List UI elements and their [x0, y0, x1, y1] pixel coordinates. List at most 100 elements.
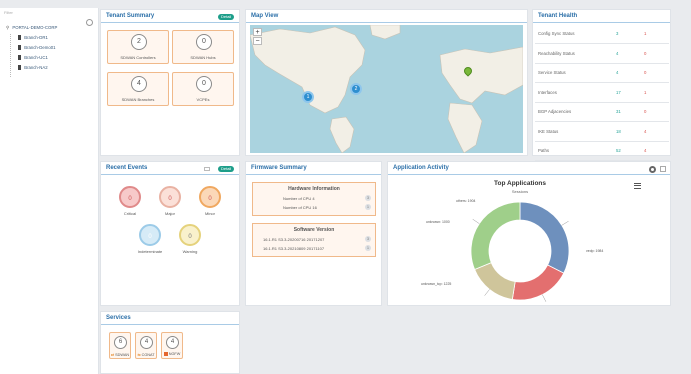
health-label: BGP Adjacencies: [535, 102, 613, 122]
panel-title: Tenant Summary: [106, 13, 155, 19]
tree-item-branch-na2[interactable]: Branch-NA2: [18, 65, 48, 71]
health-label: Config Sync Status: [535, 24, 613, 44]
service-label: ⇄ SDWAN: [110, 352, 130, 357]
firewall-icon: [163, 352, 168, 356]
software-heading: Software Version: [293, 227, 335, 233]
tile-label: VCPEs: [196, 97, 210, 102]
services-panel: Services 6 ⇄ SDWAN 4 ⇆ CGNAT 4 NGFW: [100, 311, 240, 374]
tenant-health-panel: Tenant Health Config Sync Status 3 1 Reach…: [532, 9, 671, 161]
title-divider: [101, 22, 239, 23]
tile-label: SDWAN Hubs: [190, 55, 216, 60]
tree-item-label: Branch-NA2: [24, 65, 48, 70]
slice-label-others: others: 1904: [456, 199, 476, 203]
service-tile-sdwan[interactable]: 6 ⇄ SDWAN: [109, 332, 131, 359]
tree-root[interactable]: ⚲ PORTAL-DEMO-CORP: [6, 25, 57, 31]
device-icon: [18, 35, 21, 41]
tile-value: 4: [131, 76, 147, 92]
table-row[interactable]: Config Sync Status 3 1: [535, 24, 669, 44]
title-divider: [533, 22, 670, 23]
table-row[interactable]: Interfaces 17 1: [535, 82, 669, 103]
sdwan-icon: ⇄: [110, 353, 115, 357]
map-view-panel: Map View + − 1 2: [245, 9, 528, 156]
map-marker-cluster-1[interactable]: 1: [302, 91, 314, 103]
health-up-count: 31: [613, 102, 641, 122]
detail-button[interactable]: Detail: [218, 14, 235, 20]
tree-item-branch-uc1[interactable]: Branch-UC1: [18, 55, 48, 61]
software-row-count: 1: [365, 245, 371, 251]
tree-root-label: PORTAL-DEMO-CORP: [12, 25, 58, 30]
software-row-label: 16.1.R1 S3.3-20210809 20171107: [263, 246, 325, 251]
summary-tile-controllers[interactable]: 2 SDWAN Controllers: [107, 30, 169, 64]
hardware-heading: Hardware Information: [288, 186, 340, 192]
health-down-count: 4: [641, 121, 669, 142]
table-row[interactable]: IKE Status 18 4: [535, 121, 669, 142]
slice-label-unknown: unknown: 1000: [426, 220, 450, 224]
hardware-row-count: 1: [365, 204, 371, 210]
tree-item-label: Branch-UC1: [24, 55, 48, 60]
health-label: Paths: [535, 141, 613, 161]
table-row[interactable]: Reachability Status 4 0: [535, 43, 669, 64]
zoom-in-button[interactable]: +: [253, 28, 262, 36]
slice-leader-line: [484, 289, 490, 296]
service-tile-ngfw[interactable]: 4 NGFW: [161, 332, 183, 359]
title-divider: [101, 174, 239, 175]
hardware-info-card[interactable]: Hardware Information Number of CPU 4 3 N…: [252, 182, 376, 216]
title-divider: [101, 324, 239, 325]
tree-root-icon: ⚲: [6, 25, 10, 30]
health-label: IKE Status: [535, 121, 613, 142]
summary-tile-hubs[interactable]: 0 SDWAN Hubs: [172, 30, 234, 64]
health-label: Service Status: [535, 63, 613, 83]
software-row-label: 16.1.R1 S3.3-20200716 20171207: [263, 237, 325, 242]
health-up-count: 52: [613, 141, 641, 161]
world-map[interactable]: + − 1 2: [250, 25, 523, 153]
health-up-count: 4: [613, 63, 641, 83]
event-critical-label: Critical: [123, 211, 137, 216]
tree-item-branch-demo01[interactable]: Branch-Demo01: [18, 45, 56, 51]
tree-search-input[interactable]: Filter: [4, 10, 13, 15]
event-warning-count[interactable]: 0: [179, 224, 201, 246]
health-down-count: 1: [641, 24, 669, 44]
health-up-count: 3: [613, 24, 641, 44]
table-row[interactable]: Service Status 4 0: [535, 63, 669, 83]
tile-label: SDWAN Branches: [121, 97, 155, 102]
health-down-count: 0: [641, 43, 669, 64]
health-up-count: 17: [613, 82, 641, 103]
tree-settings-icon[interactable]: [86, 19, 93, 26]
service-tile-cgnat[interactable]: 4 ⇆ CGNAT: [135, 332, 157, 359]
software-version-card[interactable]: Software Version 16.1.R1 S3.3-20200716 2…: [252, 223, 376, 257]
event-warning-label: Warning: [182, 249, 198, 254]
tree-item-label: Branch-DR1: [24, 35, 48, 40]
service-label: NGFW: [162, 352, 182, 356]
tile-value: 0: [196, 34, 212, 50]
table-row[interactable]: Paths 52 4: [535, 141, 669, 161]
recent-events-panel: Recent Events Detail 0 Critical 0 Major …: [100, 161, 240, 306]
zoom-out-button[interactable]: −: [253, 37, 262, 45]
map-marker-cluster-2[interactable]: 2: [350, 83, 362, 95]
summary-tile-branches[interactable]: 4 SDWAN Branches: [107, 72, 169, 106]
slice-leader-line: [472, 218, 480, 224]
event-critical-count[interactable]: 0: [119, 186, 141, 208]
service-count: 4: [166, 336, 179, 349]
health-down-count: 4: [641, 141, 669, 161]
map-land: [250, 25, 523, 153]
device-icon: [18, 65, 21, 71]
firmware-summary-panel: Firmware Summary Hardware Information Nu…: [245, 161, 382, 306]
slice-unknown-tcp[interactable]: [511, 264, 565, 301]
slice-others[interactable]: [470, 201, 521, 270]
filter-icon[interactable]: [204, 167, 210, 171]
slice-vedp[interactable]: [519, 201, 570, 274]
slice-unknown[interactable]: [474, 262, 516, 300]
device-icon: [18, 55, 21, 61]
event-major-count[interactable]: 0: [159, 186, 181, 208]
health-down-count: 1: [641, 82, 669, 103]
table-row[interactable]: BGP Adjacencies 31 0: [535, 102, 669, 122]
service-label: ⇆ CGNAT: [136, 352, 156, 357]
summary-tile-vcpes[interactable]: 0 VCPEs: [172, 72, 234, 106]
tree-item-branch-dr1[interactable]: Branch-DR1: [18, 35, 48, 41]
detail-button[interactable]: Detail: [218, 166, 235, 172]
event-indeterminate-count[interactable]: 0: [139, 224, 161, 246]
event-minor-count[interactable]: 0: [199, 186, 221, 208]
panel-title: Tenant Health: [538, 13, 578, 19]
tenant-summary-panel: Tenant Summary Detail 2 SDWAN Controller…: [100, 9, 240, 156]
device-icon: [18, 45, 21, 51]
